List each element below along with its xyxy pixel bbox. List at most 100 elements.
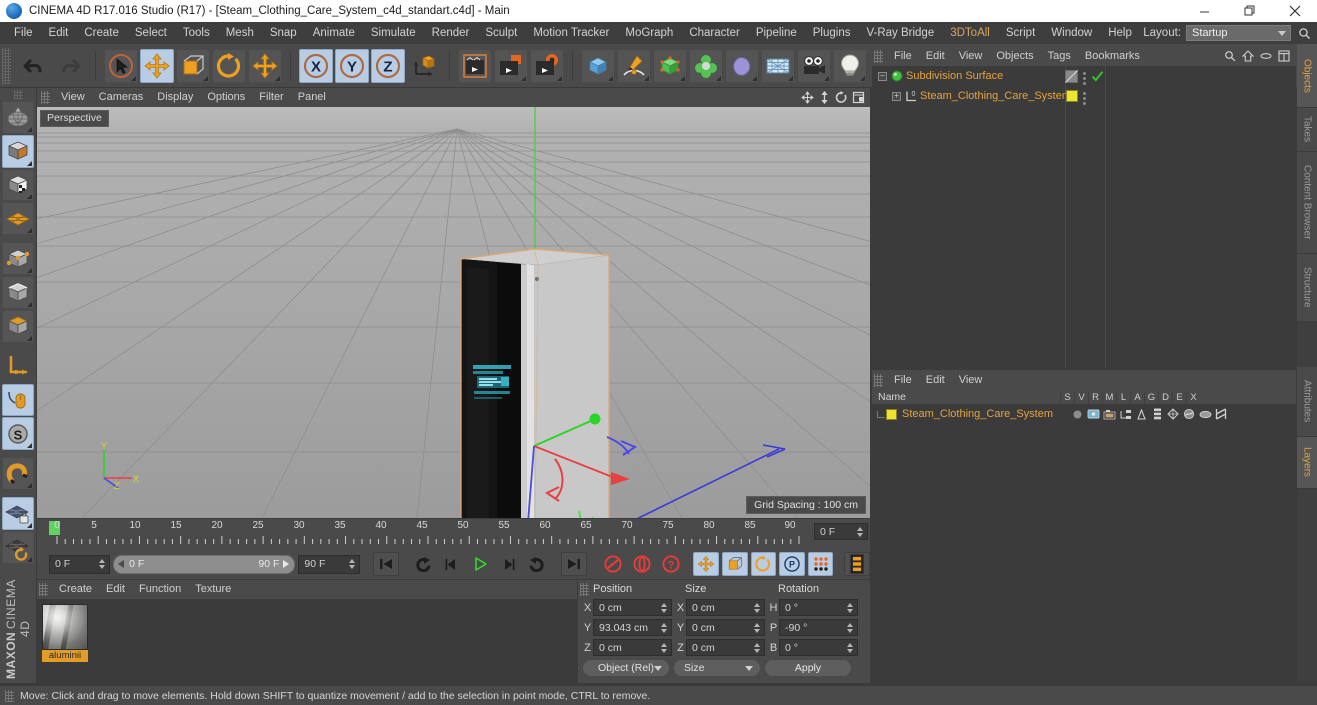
- animation-icon[interactable]: [1150, 408, 1164, 421]
- solo-dot-icon[interactable]: [1070, 408, 1084, 421]
- menu-plugins[interactable]: Plugins: [805, 22, 859, 44]
- material-menu-function[interactable]: Function: [132, 580, 188, 599]
- pan-viewport-icon[interactable]: [800, 90, 815, 105]
- material-manager-grip[interactable]: [39, 583, 48, 596]
- position-key-button[interactable]: [693, 552, 719, 576]
- add-deformer-button[interactable]: [725, 48, 759, 83]
- minimize-button[interactable]: [1182, 0, 1227, 22]
- expand-toggle-icon[interactable]: +: [892, 91, 901, 101]
- column-header-m[interactable]: M: [1102, 391, 1116, 403]
- viewport-menu-cameras[interactable]: Cameras: [92, 88, 151, 107]
- menu-window[interactable]: Window: [1043, 22, 1100, 44]
- menu-edit[interactable]: Edit: [41, 22, 77, 44]
- maximize-viewport-icon[interactable]: [851, 90, 866, 105]
- add-cube-button[interactable]: [581, 48, 615, 83]
- layer-color-swatch[interactable]: [886, 408, 897, 420]
- preview-range-slider[interactable]: 0 F 90 F: [113, 554, 296, 574]
- keyframe-mode-button[interactable]: [844, 552, 870, 576]
- coordinate-mode-dropdown[interactable]: Object (Rel): [582, 659, 670, 677]
- object-menu-bookmarks[interactable]: Bookmarks: [1078, 47, 1147, 66]
- move-alt-button[interactable]: [248, 48, 282, 83]
- manager-icon[interactable]: [1118, 408, 1132, 421]
- timeline-frame-field[interactable]: 0 F: [814, 523, 868, 540]
- layer-menu-file[interactable]: File: [887, 371, 919, 390]
- material-menu-create[interactable]: Create: [52, 580, 99, 599]
- add-camera-button[interactable]: [797, 48, 831, 83]
- position-x-field[interactable]: 0 cm: [593, 599, 672, 616]
- size-x-field[interactable]: 0 cm: [686, 599, 765, 616]
- go-to-start-button[interactable]: [373, 552, 400, 576]
- lock-icon[interactable]: [1134, 408, 1148, 421]
- rotation-key-button[interactable]: [750, 552, 777, 576]
- add-light-button[interactable]: [833, 48, 867, 83]
- apply-button[interactable]: Apply: [764, 659, 852, 677]
- material-item[interactable]: aluminii: [42, 604, 88, 662]
- world-object-coord-button[interactable]: [407, 49, 441, 83]
- start-frame-field[interactable]: 0 F: [49, 554, 111, 574]
- search-icon[interactable]: [1223, 49, 1237, 63]
- column-header-g[interactable]: G: [1144, 391, 1158, 403]
- deformers-icon[interactable]: [1182, 408, 1196, 421]
- enable-axis-button[interactable]: [2, 350, 34, 383]
- layer-color-swatch[interactable]: [1066, 90, 1078, 102]
- viewport-menu-filter[interactable]: Filter: [252, 88, 290, 107]
- menu-animate[interactable]: Animate: [305, 22, 363, 44]
- axis-x-button[interactable]: X: [299, 48, 333, 83]
- timeline-ruler[interactable]: 0 5 10 15 20 25 30 35 40 45 50 55 60 65 …: [37, 520, 870, 546]
- menu-3dtoall[interactable]: 3DToAll: [942, 22, 998, 44]
- workplane-rotate-button[interactable]: [2, 531, 34, 564]
- column-header-r[interactable]: R: [1088, 391, 1102, 403]
- scale-snap-button[interactable]: S: [2, 417, 34, 451]
- position-z-field[interactable]: 0 cm: [593, 639, 672, 656]
- search-icon[interactable]: [1295, 24, 1313, 42]
- column-header-l[interactable]: L: [1116, 391, 1130, 403]
- add-modeling-object-button[interactable]: [689, 48, 723, 83]
- add-nurbs-button[interactable]: [653, 48, 687, 83]
- rotation-b-field[interactable]: 0 °: [779, 639, 858, 656]
- edges-mode-button[interactable]: [2, 276, 34, 309]
- menu-motion-tracker[interactable]: Motion Tracker: [525, 22, 617, 44]
- aluminium-sphere-preview[interactable]: [42, 604, 88, 650]
- material-menu-texture[interactable]: Texture: [188, 580, 238, 599]
- menu-simulate[interactable]: Simulate: [363, 22, 424, 44]
- toolbar-grip[interactable]: [2, 47, 11, 84]
- viewport-3d[interactable]: Perspective Y X Z Grid Spacing: 100 cm: [37, 107, 870, 518]
- menu-mograph[interactable]: MoGraph: [617, 22, 681, 44]
- parameter-key-button[interactable]: P: [779, 552, 805, 576]
- layout-dropdown[interactable]: Startup: [1186, 25, 1291, 41]
- column-header-d[interactable]: D: [1158, 391, 1172, 403]
- transform-axis-gizmo[interactable]: [37, 107, 870, 518]
- go-to-prev-key-button[interactable]: [410, 552, 436, 576]
- object-menu-file[interactable]: File: [887, 47, 919, 66]
- axis-y-button[interactable]: Y: [335, 48, 369, 83]
- step-back-button[interactable]: [439, 552, 465, 576]
- spinner-icon[interactable]: [847, 622, 854, 633]
- model-mode-button[interactable]: [2, 101, 34, 134]
- undo-button[interactable]: [17, 49, 51, 83]
- tab-layers[interactable]: Layers: [1297, 437, 1317, 489]
- menu-file[interactable]: File: [6, 22, 41, 44]
- material-list[interactable]: aluminii: [37, 599, 577, 683]
- workplane-lock-button[interactable]: [2, 497, 34, 531]
- dolly-viewport-icon[interactable]: [817, 90, 832, 105]
- rotation-h-field[interactable]: 0 °: [779, 599, 858, 616]
- menu-snap[interactable]: Snap: [262, 22, 305, 44]
- expressions-icon[interactable]: [1198, 408, 1212, 421]
- object-menu-objects[interactable]: Objects: [989, 47, 1040, 66]
- column-header-e[interactable]: E: [1172, 391, 1186, 403]
- viewport-menu-panel[interactable]: Panel: [291, 88, 333, 107]
- end-frame-field[interactable]: 90 F: [298, 554, 360, 574]
- render-view-button[interactable]: [458, 48, 492, 83]
- layer-row[interactable]: Steam_Clothing_Care_System: [872, 405, 1296, 423]
- tab-attributes[interactable]: Attributes: [1297, 367, 1317, 437]
- object-tree[interactable]: – Subdivision Surface + 0 Steam_Clothing…: [872, 66, 1296, 368]
- material-menu-edit[interactable]: Edit: [99, 580, 132, 599]
- render-camera-icon[interactable]: [1102, 408, 1116, 421]
- menu-script[interactable]: Script: [998, 22, 1043, 44]
- play-button[interactable]: [467, 552, 493, 576]
- layer-manager-grip[interactable]: [874, 373, 883, 387]
- object-row-subdivision-surface[interactable]: – Subdivision Surface: [872, 66, 1296, 86]
- close-button[interactable]: [1272, 0, 1317, 22]
- tab-structure[interactable]: Structure: [1297, 254, 1317, 322]
- menu-select[interactable]: Select: [127, 22, 175, 44]
